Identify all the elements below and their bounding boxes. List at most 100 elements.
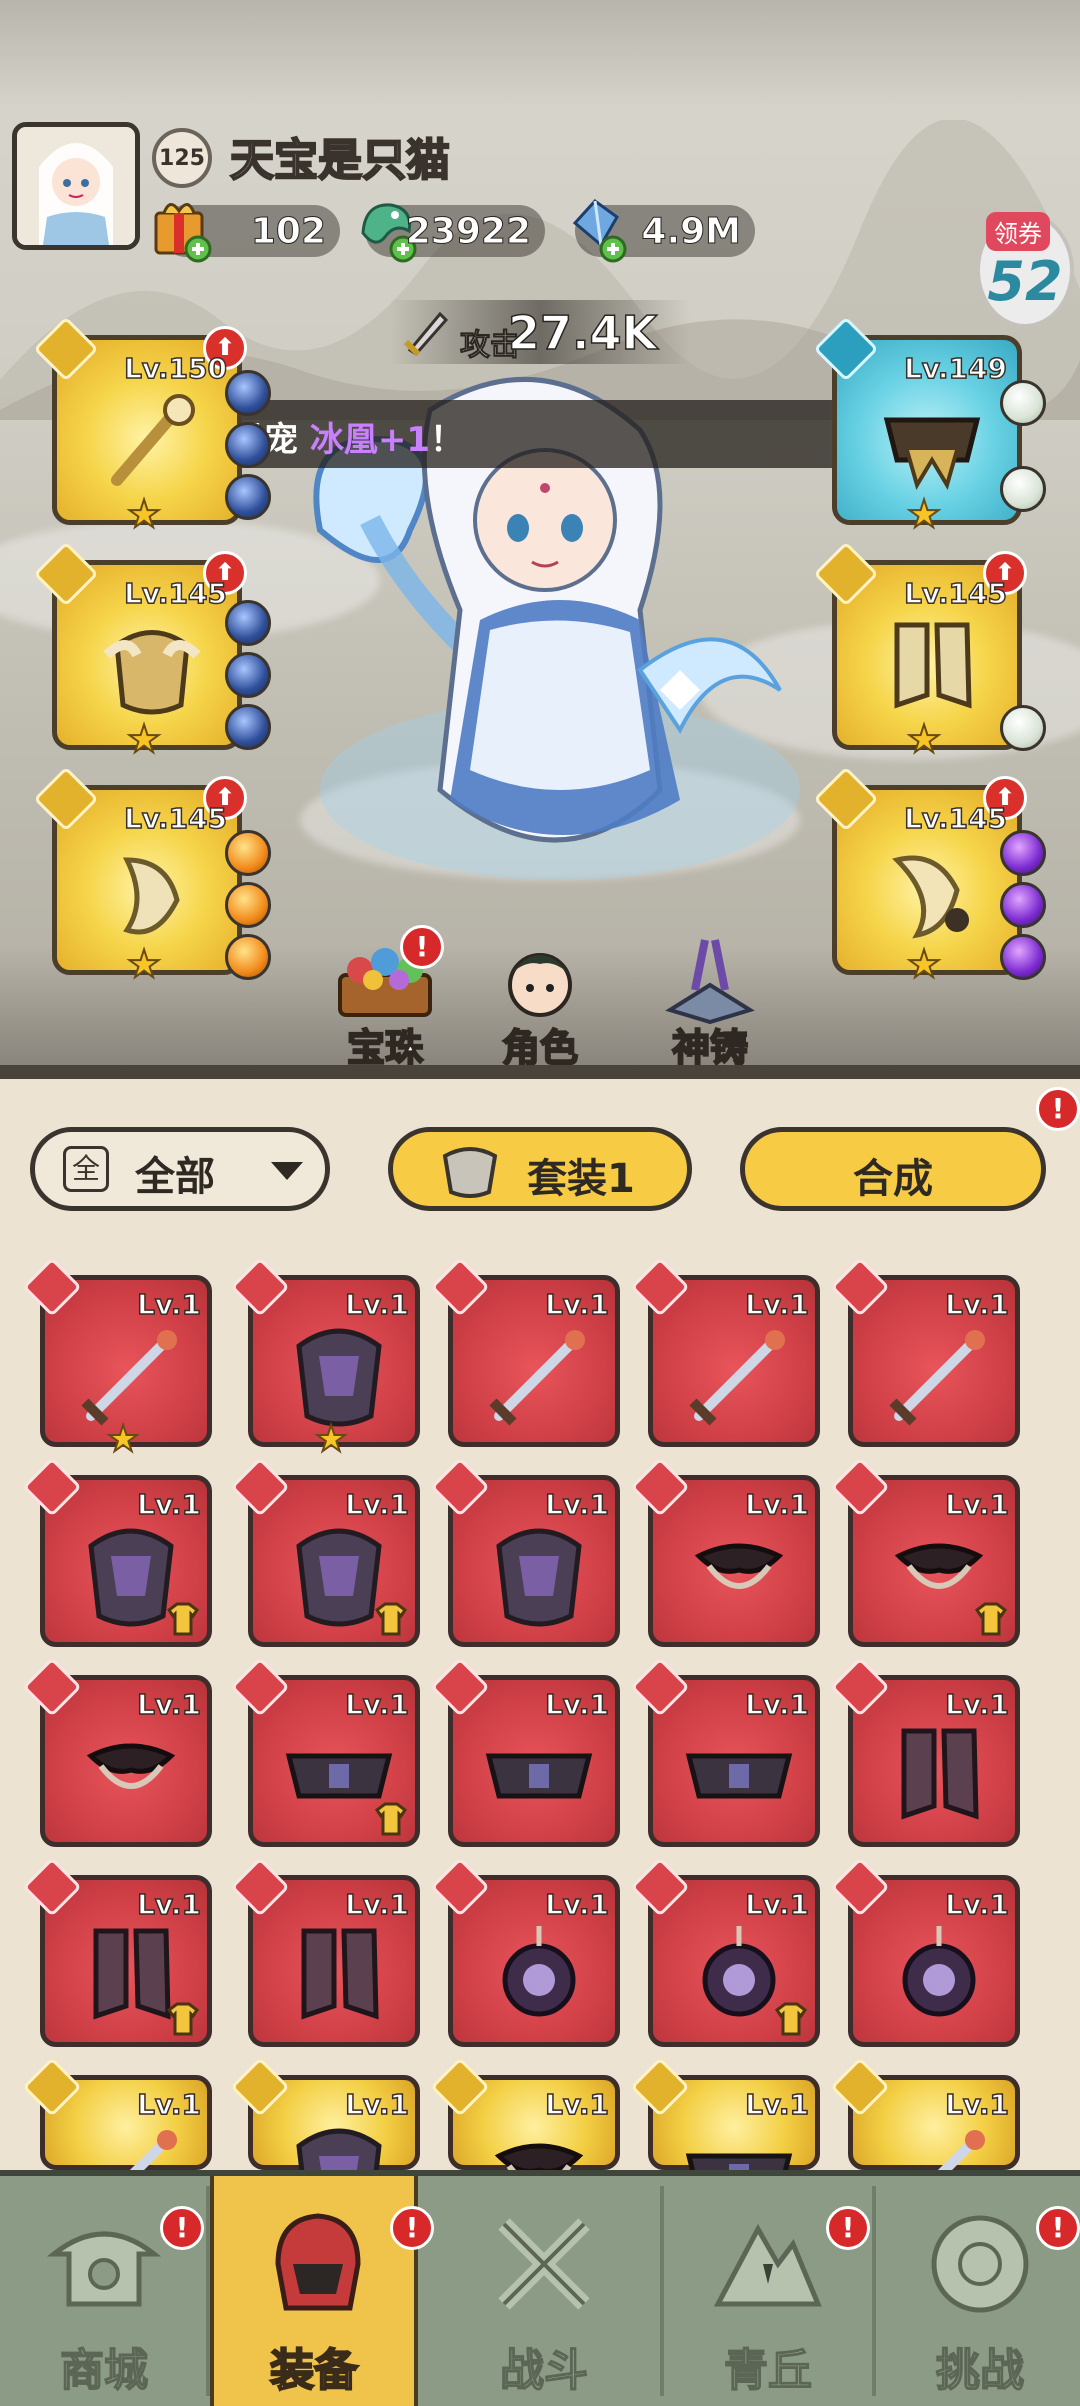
banner-highlight: 冰凰+1 [309, 420, 430, 460]
forge-button[interactable]: 神铸 [635, 930, 785, 1071]
shop-pagoda-icon [46, 2231, 162, 2307]
player-avatar[interactable] [12, 122, 140, 250]
inventory-item[interactable]: Lv.1 [630, 1257, 820, 1447]
compose-button[interactable]: 合成 [740, 1127, 1046, 1211]
star-icon: ★ [906, 491, 942, 537]
gem-icon[interactable] [1000, 882, 1046, 928]
inventory-item[interactable]: Lv.1 [830, 2057, 1020, 2226]
gem-icon[interactable] [1000, 934, 1046, 980]
gem-icon[interactable] [1000, 380, 1046, 426]
orbs-label: 宝珠 [346, 1025, 424, 1071]
inventory-item[interactable]: Lv.1 [830, 1657, 1020, 1847]
attack-power: 攻击 27.4K [390, 300, 690, 364]
amulet-art [892, 855, 969, 939]
armor-icon [230, 1257, 290, 1317]
tab-battle[interactable]: 战斗 [440, 2176, 648, 2406]
inventory-item[interactable]: Lv.1 [830, 1257, 1020, 1447]
inventory-item[interactable]: Lv.1 [230, 1457, 420, 1647]
sword-icon [630, 1257, 690, 1317]
category-filter-dropdown[interactable]: 全 全部 [30, 1127, 330, 1211]
equip-slot-belt[interactable]: Lv.149 ★ [813, 316, 1022, 537]
resource-gift[interactable]: 102 [154, 203, 340, 263]
inventory-item[interactable]: Lv.1 [830, 1857, 1020, 2047]
resource-dragon-coin[interactable]: 23922 [361, 203, 545, 263]
inventory-item[interactable]: Lv.1 [22, 1857, 212, 2047]
gem-icon[interactable] [225, 830, 271, 876]
sword-icon [430, 1257, 490, 1317]
gem-icon[interactable] [225, 422, 271, 468]
equip-slot-armor[interactable]: ⬆ Lv.145 ★ [33, 541, 247, 762]
shoulder-art [694, 1543, 784, 1589]
gem-column [225, 830, 277, 986]
gem-column [225, 600, 277, 756]
inventory-item[interactable]: Lv.1 [22, 2057, 212, 2226]
equip-slot-boots[interactable]: ⬆ Lv.145 ★ [813, 541, 1027, 762]
chevron-down-icon [271, 1162, 303, 1180]
alert-badge: ! [1036, 1087, 1080, 1131]
inventory-item[interactable]: Lv.1 [430, 1457, 620, 1647]
armor-set-icon [442, 1147, 498, 1198]
equip-badge-icon [166, 2002, 200, 2036]
equip-slot-shoulder[interactable]: ⬆ Lv.145 ★ [33, 766, 247, 987]
inventory-item[interactable]: Lv.1 [630, 2057, 820, 2199]
coupon-button[interactable]: 领券 52 [976, 212, 1074, 328]
sword-art [81, 1330, 177, 1426]
set-label: 套装1 [527, 1156, 635, 1202]
inventory-item[interactable]: Lv.1 [630, 1657, 820, 1847]
belt-art [883, 417, 981, 490]
gem-icon[interactable] [225, 370, 271, 416]
inventory-item[interactable]: Lv.1 [830, 1457, 1020, 1647]
inventory-item[interactable]: Lv.1 [430, 1257, 620, 1447]
inventory-item[interactable]: Lv.1 [430, 1657, 620, 1847]
gem-icon[interactable] [225, 882, 271, 928]
gem-icon[interactable] [1000, 705, 1046, 751]
mountain-icon [713, 2223, 822, 2307]
equip-badge-icon [166, 1602, 200, 1636]
coupon-tag: 领券 [986, 212, 1050, 251]
challenge-disc-icon [931, 2215, 1029, 2313]
armor-art [296, 1328, 382, 1427]
star-icon: ★ [906, 716, 942, 762]
gem-icon[interactable] [225, 474, 271, 520]
inventory-item[interactable]: Lv.1 [230, 1657, 420, 1847]
shoulder-icon [630, 1457, 690, 1517]
amulet-icon [830, 1857, 890, 1917]
gem-icon[interactable] [225, 704, 271, 750]
sword-icon [403, 311, 449, 357]
inventory-item[interactable]: Lv.1 [230, 2057, 420, 2227]
amulet-art [502, 1926, 576, 2017]
inventory-item[interactable]: Lv.1 [630, 1857, 820, 2047]
armor-art [496, 1528, 582, 1627]
inventory-item[interactable]: Lv.1 [230, 1857, 420, 2047]
resource-crystal[interactable]: 4.9M [572, 198, 755, 263]
inventory-item[interactable]: Lv.1 [630, 1457, 820, 1647]
gem-icon[interactable] [225, 652, 271, 698]
gem-icon[interactable] [225, 600, 271, 646]
equip-slot-amulet[interactable]: ⬆ Lv.145 ★ [813, 766, 1027, 987]
inventory-item[interactable]: Lv.1 [22, 1657, 212, 1847]
armor-icon [230, 2057, 290, 2117]
gift-box-icon [154, 203, 212, 263]
tab-shop-label: 商城 [59, 2344, 149, 2397]
equipment-set-button[interactable]: 套装1 [388, 1127, 692, 1211]
boots-icon [230, 1857, 290, 1917]
resource-dragon-coin-value: 23922 [405, 211, 531, 253]
alert-badge: ! [400, 925, 444, 969]
inventory-item[interactable]: Lv.1 ★ [22, 1257, 212, 1461]
gem-icon[interactable] [1000, 830, 1046, 876]
tab-equipment[interactable]: 装备 [210, 2176, 418, 2406]
forge-swords-icon [665, 939, 755, 1025]
inventory-item[interactable]: Lv.1 [430, 1857, 620, 2047]
armor-icon [230, 1457, 290, 1517]
inventory-item[interactable]: Lv.1 [430, 2057, 620, 2189]
character-button[interactable]: 角色 [465, 930, 615, 1071]
gem-icon[interactable] [225, 934, 271, 980]
bottom-navigation: 商城 ! 装备 ! 战斗 青丘 ! 挑战 ! [0, 2170, 1080, 2406]
inventory-item[interactable]: Lv.1 ★ [230, 1257, 420, 1461]
equip-level: Lv.149 [903, 351, 1007, 386]
equip-slot-weapon[interactable]: ⬆ Lv.150 ★ [33, 316, 247, 537]
gem-icon[interactable] [1000, 466, 1046, 512]
belt-icon [230, 1657, 290, 1717]
inventory-item[interactable]: Lv.1 [22, 1457, 212, 1647]
equip-badge-icon [974, 1602, 1008, 1636]
